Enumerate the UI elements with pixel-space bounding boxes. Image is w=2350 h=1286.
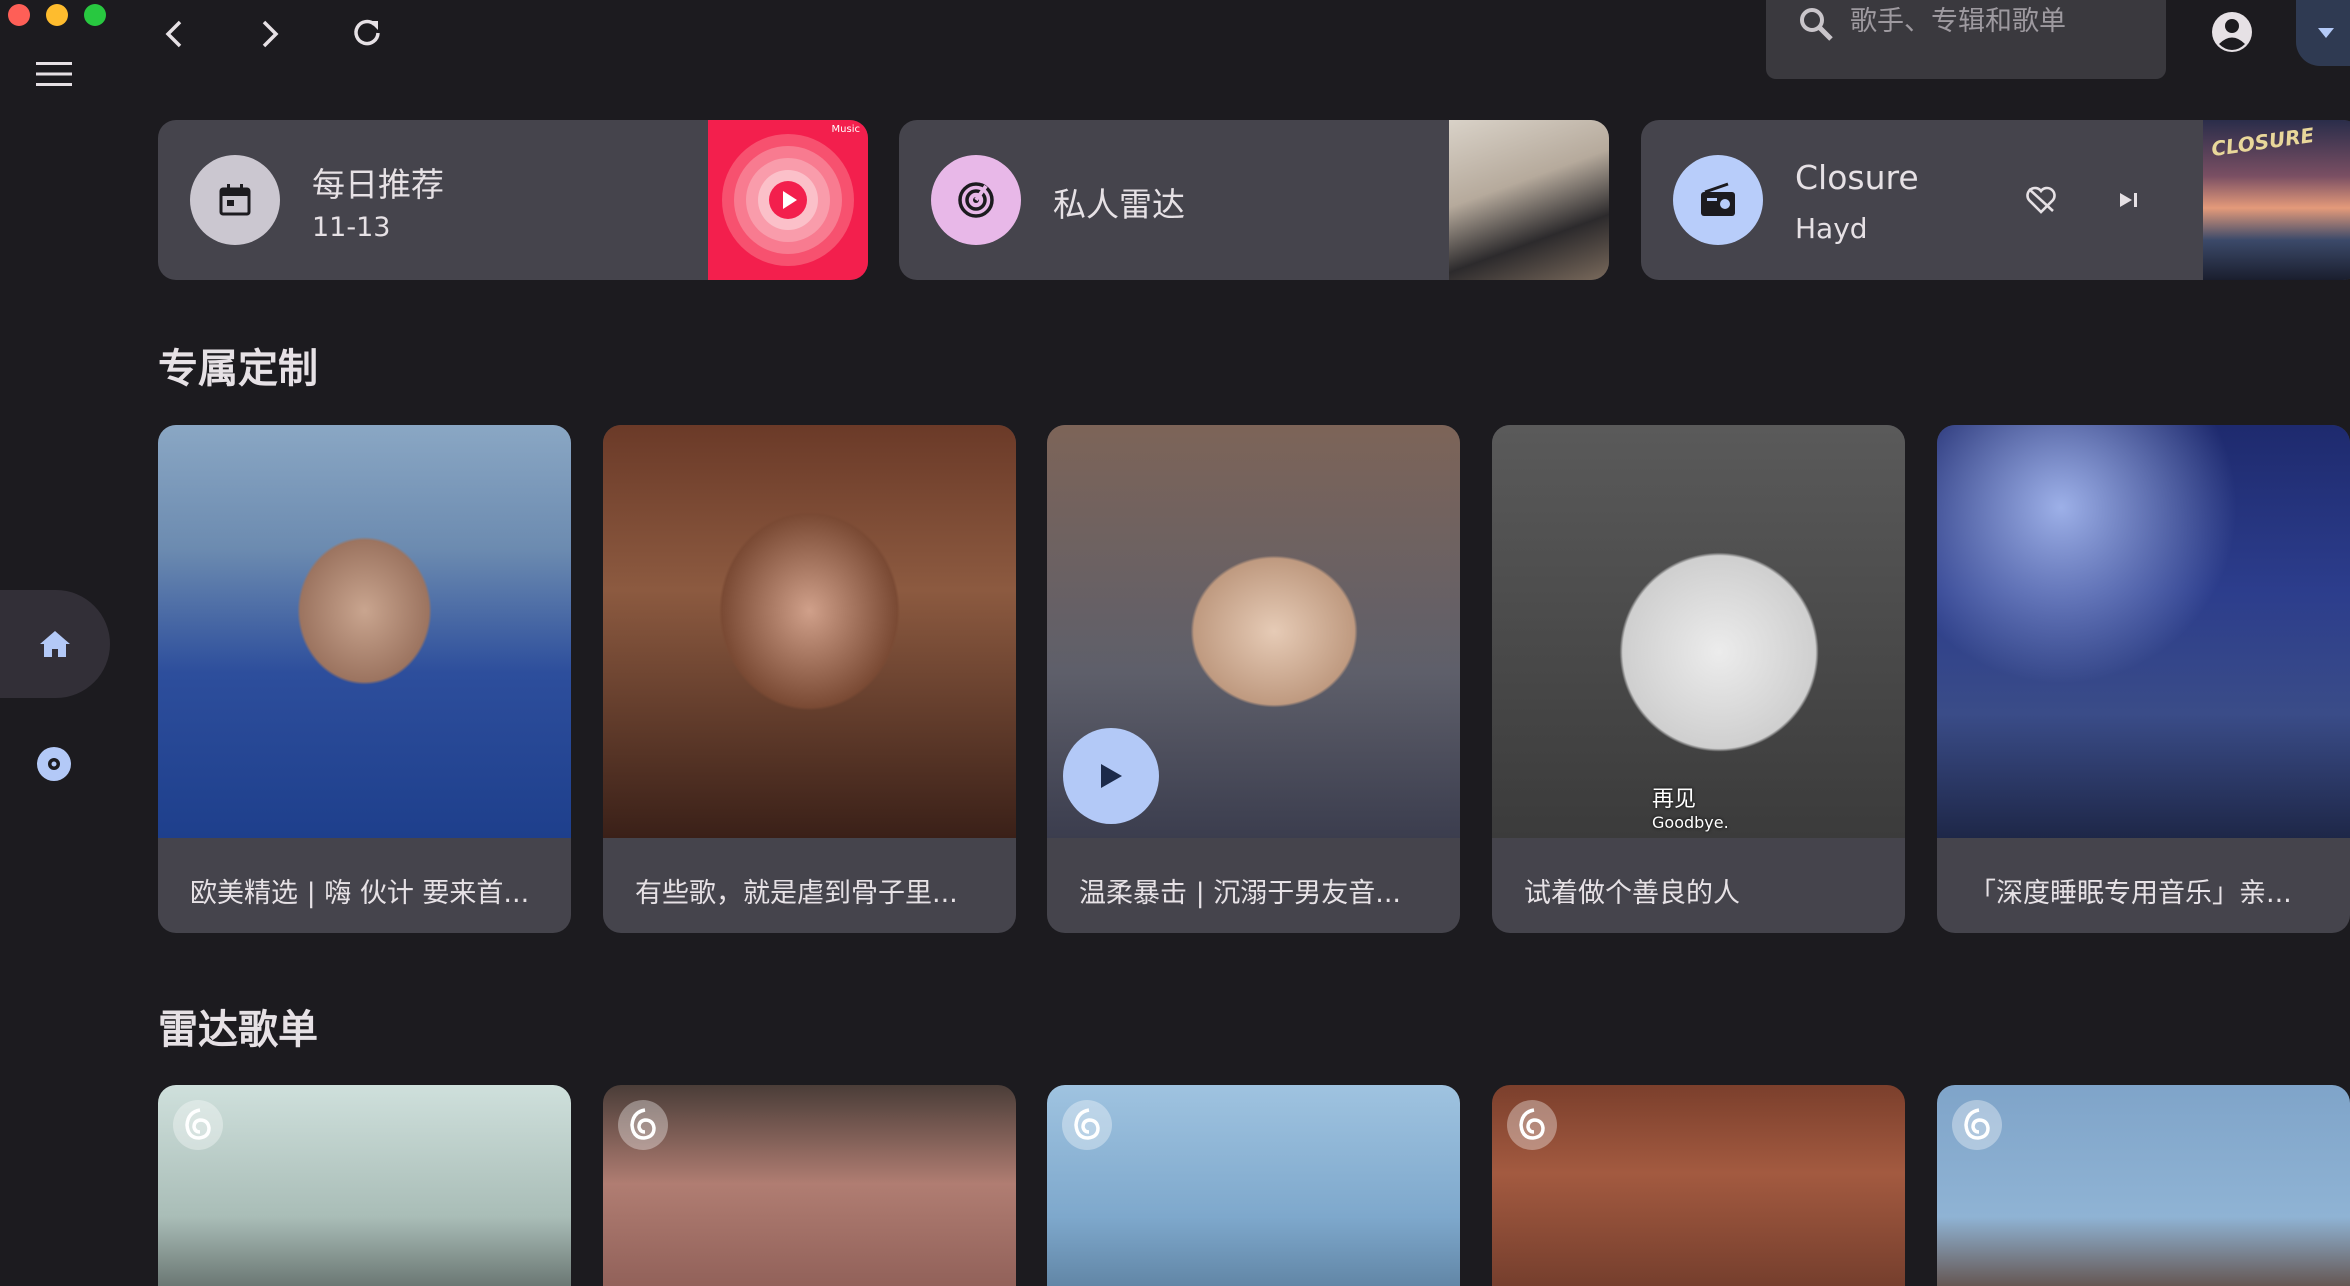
- playlist-card[interactable]: 欧美精选 | 嗨 伙计 要来首...: [158, 425, 571, 933]
- chevron-left-icon: [165, 20, 182, 48]
- radar-title: 私人雷达: [1053, 185, 1185, 224]
- menu-button[interactable]: [28, 52, 80, 96]
- private-radar-card[interactable]: 私人雷达: [899, 120, 1609, 280]
- app-window: 每日推荐 11-13 Music 私人雷达 Closure Hayd: [0, 0, 2350, 1286]
- radar-playlist-card[interactable]: [1492, 1085, 1905, 1286]
- playlist-card[interactable]: 有些歌，就是虐到骨子里...: [603, 425, 1016, 933]
- playlist-card[interactable]: 再见 Goodbye. 试着做个善良的人: [1492, 425, 1905, 933]
- heart-broken-icon: [2026, 186, 2056, 214]
- apple-music-artwork: Music: [708, 120, 868, 280]
- close-window-button[interactable]: [8, 4, 30, 26]
- dislike-button[interactable]: [2019, 178, 2063, 222]
- section-title-radar: 雷达歌单: [158, 1007, 318, 1053]
- forward-button[interactable]: [246, 10, 294, 58]
- daily-recommend-card[interactable]: 每日推荐 11-13 Music: [158, 120, 868, 280]
- cover-caption-en: Goodbye.: [1652, 813, 1729, 832]
- playlist-title: 「深度睡眠专用音乐」亲...: [1969, 878, 2292, 909]
- play-button[interactable]: [1063, 728, 1159, 824]
- personal-fm-card[interactable]: Closure Hayd CLOSURE: [1641, 120, 2350, 280]
- refresh-icon: [354, 19, 380, 46]
- maximize-window-button[interactable]: [84, 4, 106, 26]
- playlist-cover: [1937, 425, 2350, 838]
- playlist-card[interactable]: 「深度睡眠专用音乐」亲...: [1937, 425, 2350, 933]
- search-icon: [1794, 4, 1838, 44]
- search-bar[interactable]: [1766, 0, 2166, 79]
- netease-logo-icon: [1062, 1100, 1112, 1150]
- nav-home[interactable]: [0, 590, 110, 698]
- next-track-button[interactable]: [2107, 178, 2151, 222]
- playlist-cover: 再见 Goodbye.: [1492, 425, 1905, 838]
- radar-playlist-card[interactable]: [603, 1085, 1016, 1286]
- radar-playlist-card[interactable]: [158, 1085, 571, 1286]
- radar-icon: [931, 155, 1021, 245]
- daily-date: 11-13: [312, 212, 391, 243]
- window-controls: [8, 4, 106, 26]
- calendar-icon: [190, 155, 280, 245]
- dropdown-button[interactable]: [2296, 0, 2350, 66]
- playlist-title: 温柔暴击 | 沉溺于男友音...: [1079, 878, 1402, 909]
- back-button[interactable]: [150, 10, 198, 58]
- netease-logo-icon: [1507, 1100, 1557, 1150]
- section-title-custom: 专属定制: [158, 346, 318, 392]
- nav-radar[interactable]: [30, 744, 78, 792]
- search-input[interactable]: [1850, 6, 2150, 37]
- radio-icon: [1673, 155, 1763, 245]
- minimize-window-button[interactable]: [46, 4, 68, 26]
- netease-logo-icon: [618, 1100, 668, 1150]
- account-button[interactable]: [2204, 8, 2260, 56]
- cover-caption-cn: 再见: [1652, 787, 1697, 812]
- apple-music-badge: Music: [831, 124, 860, 135]
- cover-caption: 再见 Goodbye.: [1652, 781, 1729, 832]
- reload-button[interactable]: [342, 8, 392, 58]
- skip-next-icon: [2120, 193, 2137, 207]
- account-circle-icon: [2212, 12, 2252, 52]
- playlist-title: 试着做个善良的人: [1524, 878, 1740, 909]
- hamburger-icon: [36, 62, 72, 86]
- home-icon: [40, 631, 70, 657]
- radar-artwork: [1449, 120, 1609, 280]
- fm-song-title: Closure: [1795, 158, 1919, 197]
- radar-playlist-card[interactable]: [1937, 1085, 2350, 1286]
- playlist-title: 欧美精选 | 嗨 伙计 要来首...: [190, 878, 530, 909]
- caret-down-icon: [2318, 28, 2334, 38]
- music-rings-icon: [722, 134, 854, 266]
- playlist-cover: [158, 425, 571, 838]
- play-icon: [1101, 764, 1122, 788]
- closure-art-text: CLOSURE: [2209, 122, 2316, 162]
- chevron-right-icon: [262, 20, 279, 48]
- disc-icon: [37, 747, 71, 781]
- netease-logo-icon: [173, 1100, 223, 1150]
- closure-artwork: CLOSURE: [2203, 120, 2350, 280]
- daily-title: 每日推荐: [312, 165, 444, 204]
- playlist-title: 有些歌，就是虐到骨子里...: [635, 878, 958, 909]
- fm-artist: Hayd: [1795, 212, 1868, 245]
- netease-logo-icon: [1952, 1100, 2002, 1150]
- radar-playlist-card[interactable]: [1047, 1085, 1460, 1286]
- playlist-card[interactable]: 温柔暴击 | 沉溺于男友音...: [1047, 425, 1460, 933]
- playlist-cover: [603, 425, 1016, 838]
